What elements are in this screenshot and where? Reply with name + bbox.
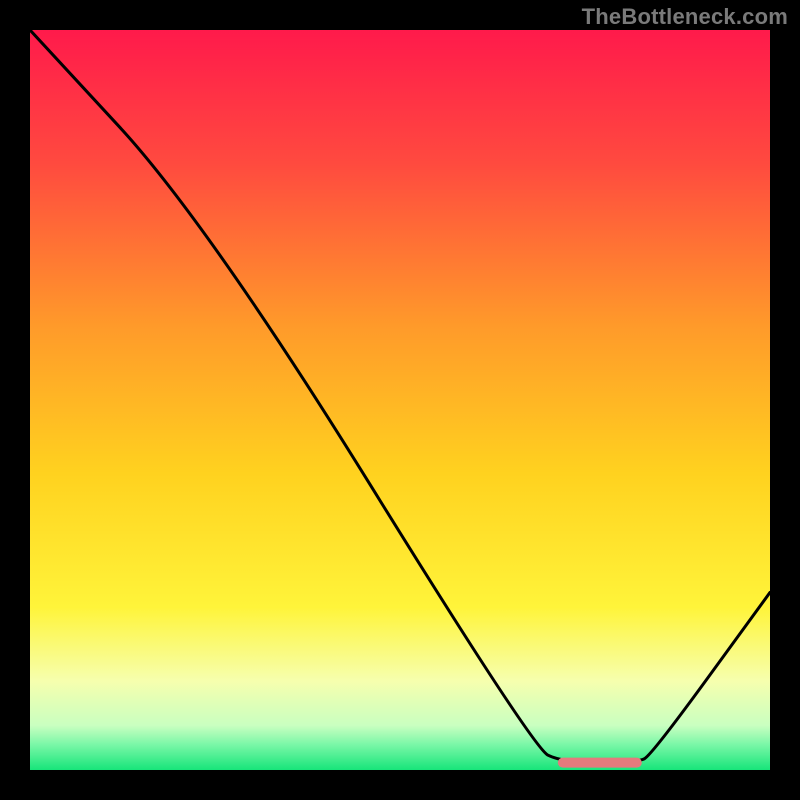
chart-frame: TheBottleneck.com xyxy=(0,0,800,800)
chart-svg xyxy=(30,30,770,770)
watermark-text: TheBottleneck.com xyxy=(582,4,788,30)
gradient-background xyxy=(30,30,770,770)
plot-area xyxy=(30,30,770,770)
